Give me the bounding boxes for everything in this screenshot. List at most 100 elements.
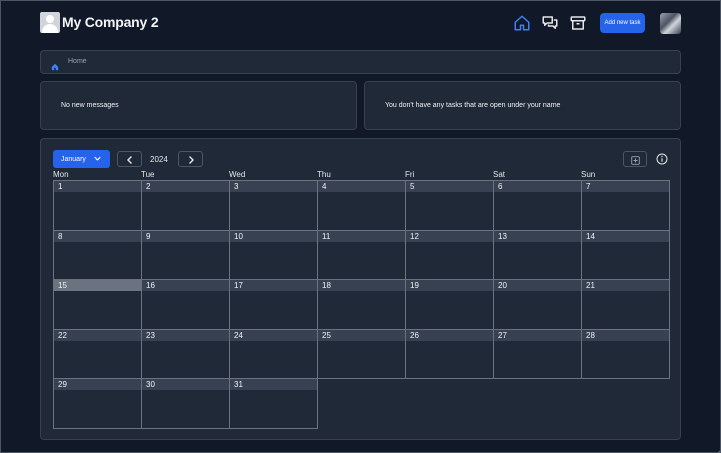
month-select[interactable]: January bbox=[53, 150, 110, 168]
calendar-day-cell[interactable]: 1 bbox=[53, 180, 142, 231]
day-number: 3 bbox=[234, 182, 239, 191]
day-header-bar bbox=[142, 230, 229, 242]
calendar-day-cell[interactable]: 11 bbox=[317, 229, 406, 280]
day-number: 16 bbox=[146, 281, 155, 290]
calendar-day-cell[interactable]: 26 bbox=[405, 328, 494, 379]
calendar-day-cell[interactable]: 19 bbox=[405, 279, 494, 330]
calendar-day-cell[interactable]: 17 bbox=[229, 279, 318, 330]
day-number: 15 bbox=[58, 281, 67, 290]
calendar-day-cell[interactable]: 25 bbox=[317, 328, 406, 379]
archive-icon[interactable] bbox=[569, 14, 587, 32]
calendar-day-cell[interactable]: 30 bbox=[141, 378, 230, 429]
calendar-day-cell[interactable]: 12 bbox=[405, 229, 494, 280]
calendar-day-cell[interactable]: 18 bbox=[317, 279, 406, 330]
weekday-sat: Sat bbox=[493, 170, 506, 179]
home-icon[interactable] bbox=[513, 14, 531, 32]
calendar-day-cell[interactable]: 10 bbox=[229, 229, 318, 280]
messages-card: No new messages bbox=[40, 81, 357, 130]
calendar-day-cell[interactable]: 23 bbox=[141, 328, 230, 379]
day-number: 28 bbox=[586, 330, 595, 340]
calendar-day-cell[interactable]: 22 bbox=[53, 328, 142, 379]
calendar-day-cell[interactable]: 5 bbox=[405, 180, 494, 231]
next-year-button[interactable] bbox=[178, 151, 203, 167]
day-number: 18 bbox=[322, 281, 331, 290]
calendar-day-cell[interactable]: 6 bbox=[493, 180, 582, 231]
calendar-day-cell[interactable]: 9 bbox=[141, 229, 230, 280]
top-bar: My Company 2 Add new task bbox=[0, 0, 719, 48]
day-number: 4 bbox=[322, 182, 327, 191]
weekday-tue: Tue bbox=[141, 170, 155, 179]
calendar-day-cell[interactable]: 29 bbox=[53, 378, 142, 429]
day-header-bar bbox=[54, 181, 141, 192]
calendar-day-cell[interactable]: 27 bbox=[493, 328, 582, 379]
chat-icon[interactable] bbox=[541, 14, 559, 32]
company-name[interactable]: My Company 2 bbox=[62, 14, 159, 30]
day-number: 21 bbox=[586, 281, 595, 290]
day-header-bar bbox=[142, 280, 229, 291]
breadcrumb: Home bbox=[40, 50, 681, 74]
breadcrumb-home[interactable]: Home bbox=[68, 58, 87, 65]
weekday-wed: Wed bbox=[229, 170, 246, 179]
calendar-day-cell[interactable]: 24 bbox=[229, 328, 318, 379]
calendar-day-cell[interactable]: 8 bbox=[53, 229, 142, 280]
calendar-day-cell[interactable]: 4 bbox=[317, 180, 406, 231]
day-number: 24 bbox=[234, 330, 243, 340]
day-header-bar bbox=[230, 230, 317, 242]
calendar-day-cell[interactable]: 20 bbox=[493, 279, 582, 330]
day-header-bar bbox=[142, 181, 229, 192]
day-number: 31 bbox=[234, 380, 243, 389]
day-number: 9 bbox=[146, 231, 151, 241]
day-header-bar bbox=[318, 230, 405, 242]
day-number: 17 bbox=[234, 281, 243, 290]
add-new-task-button[interactable]: Add new task bbox=[600, 13, 645, 33]
calendar-day-cell[interactable]: 7 bbox=[581, 180, 670, 231]
calendar-day-cell[interactable]: 28 bbox=[581, 328, 670, 379]
calendar-day-cell[interactable]: 31 bbox=[229, 378, 318, 429]
user-avatar[interactable] bbox=[660, 13, 681, 34]
day-header-bar bbox=[318, 280, 405, 291]
calendar-day-cell[interactable]: 16 bbox=[141, 279, 230, 330]
day-number: 1 bbox=[58, 182, 63, 191]
info-icon[interactable] bbox=[656, 153, 668, 165]
chevron-down-icon bbox=[94, 156, 101, 161]
day-header-bar bbox=[494, 329, 581, 341]
day-header-bar bbox=[54, 280, 141, 291]
day-header-bar bbox=[406, 329, 493, 341]
calendar-day-cell[interactable]: 13 bbox=[493, 229, 582, 280]
weekday-sun: Sun bbox=[581, 170, 596, 179]
calendar-day-cell[interactable]: 3 bbox=[229, 180, 318, 231]
calendar-day-cell[interactable]: 21 bbox=[581, 279, 670, 330]
day-number: 25 bbox=[322, 330, 331, 340]
day-number: 14 bbox=[586, 231, 595, 241]
day-header-bar bbox=[318, 329, 405, 341]
company-avatar[interactable] bbox=[40, 12, 60, 33]
day-header-bar bbox=[494, 280, 581, 291]
breadcrumb-home-icon[interactable] bbox=[51, 58, 59, 71]
month-label: January bbox=[61, 155, 86, 163]
day-header-bar bbox=[494, 230, 581, 242]
day-number: 13 bbox=[498, 231, 507, 241]
day-number: 30 bbox=[146, 380, 155, 389]
calendar-day-cell[interactable]: 14 bbox=[581, 229, 670, 280]
calendar-day-cell[interactable]: 2 bbox=[141, 180, 230, 231]
day-header-bar bbox=[230, 379, 317, 390]
calendar-day-cell[interactable]: 15 bbox=[53, 279, 142, 330]
day-header-bar bbox=[230, 181, 317, 192]
day-header-bar bbox=[406, 280, 493, 291]
day-header-bar bbox=[582, 181, 669, 192]
day-header-bar bbox=[54, 230, 141, 242]
day-number: 27 bbox=[498, 330, 507, 340]
day-header-bar bbox=[582, 230, 669, 242]
day-number: 20 bbox=[498, 281, 507, 290]
day-header-bar bbox=[406, 230, 493, 242]
day-header-bar bbox=[494, 181, 581, 192]
resize-handle[interactable] bbox=[713, 445, 721, 453]
previous-year-button[interactable] bbox=[117, 151, 142, 167]
day-header-bar bbox=[582, 280, 669, 291]
add-event-button[interactable] bbox=[623, 151, 647, 167]
day-number: 22 bbox=[58, 330, 67, 340]
day-number: 5 bbox=[410, 182, 415, 191]
day-header-bar bbox=[54, 379, 141, 390]
day-number: 7 bbox=[586, 182, 591, 191]
day-number: 26 bbox=[410, 330, 419, 340]
